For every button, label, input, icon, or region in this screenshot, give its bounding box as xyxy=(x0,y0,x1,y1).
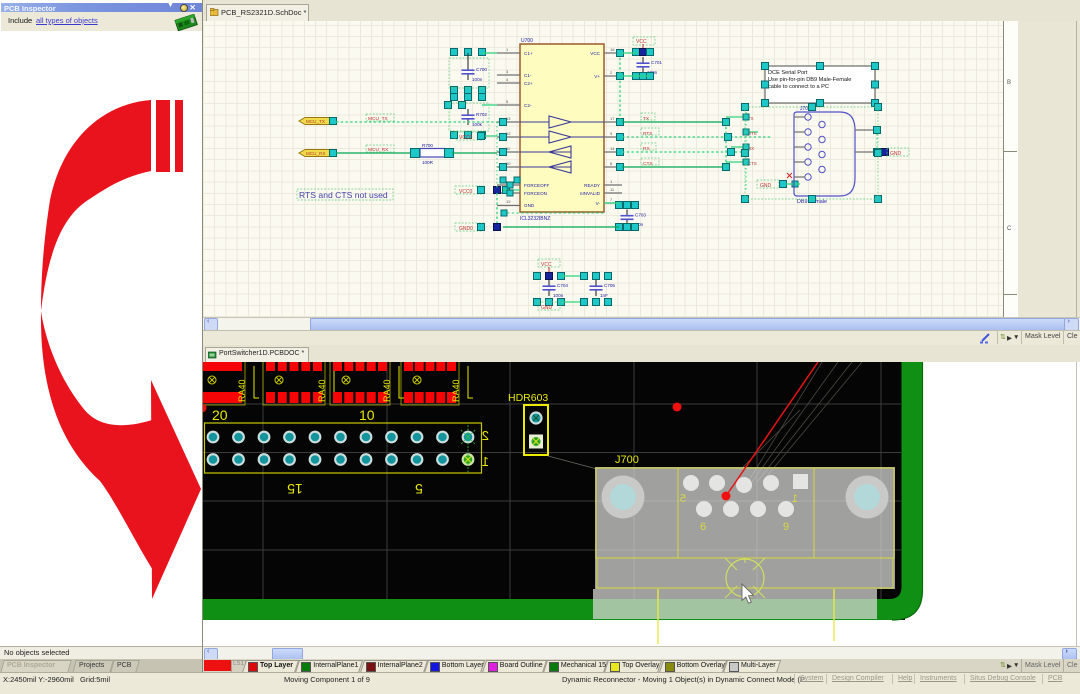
svg-text:9: 9 xyxy=(783,521,789,533)
svg-text:J700: J700 xyxy=(615,454,639,466)
svg-text:C2+: C2+ xyxy=(524,81,533,86)
svg-text:8: 8 xyxy=(610,161,613,166)
svg-text:1: 1 xyxy=(792,493,798,505)
svg-text:RA40: RA40 xyxy=(451,379,461,402)
svg-text:GND: GND xyxy=(890,151,902,157)
svg-text:RA40: RA40 xyxy=(317,379,327,402)
svg-text:CTS: CTS xyxy=(643,161,653,167)
svg-text:2: 2 xyxy=(482,428,489,443)
svg-text:READY: READY xyxy=(584,183,600,188)
svg-text:C703: C703 xyxy=(635,213,646,218)
svg-text:17: 17 xyxy=(610,116,615,121)
svg-text:5: 5 xyxy=(506,99,509,104)
svg-text:MCU_RX: MCU_RX xyxy=(306,151,325,156)
svg-text:DCE Serial Port: DCE Serial Port xyxy=(768,70,808,76)
svg-text:3: 3 xyxy=(506,69,509,74)
svg-text:C2-: C2- xyxy=(524,103,532,108)
svg-text:100n: 100n xyxy=(553,293,564,298)
svg-text:5: 5 xyxy=(680,493,686,505)
svg-text:1: 1 xyxy=(610,179,613,184)
svg-text:6: 6 xyxy=(700,521,706,533)
svg-text:GND: GND xyxy=(524,203,535,208)
svg-text:GND: GND xyxy=(541,305,553,311)
svg-text:Use pin-for-pin DB9 Male-Femal: Use pin-for-pin DB9 Male-Female xyxy=(768,77,851,83)
svg-text:13: 13 xyxy=(506,116,511,121)
svg-text:11: 11 xyxy=(506,146,511,151)
svg-text:MCU_TX: MCU_TX xyxy=(306,119,325,124)
svg-text:C1-: C1- xyxy=(524,73,532,78)
svg-text:100n: 100n xyxy=(472,77,483,82)
svg-text:RA40: RA40 xyxy=(382,379,392,402)
svg-text:V+: V+ xyxy=(594,74,600,79)
svg-text:100k: 100k xyxy=(472,122,483,127)
svg-text:2: 2 xyxy=(610,70,613,75)
svg-text:C1+: C1+ xyxy=(524,51,533,56)
svg-text:R700: R700 xyxy=(422,143,433,148)
svg-text:VCC: VCC xyxy=(541,262,552,268)
svg-text:5: 5 xyxy=(415,481,423,497)
svg-text:R702: R702 xyxy=(476,112,487,117)
svg-text:TX: TX xyxy=(643,116,650,122)
svg-text:1: 1 xyxy=(506,47,509,52)
svg-text:FORCEOFF: FORCEOFF xyxy=(524,183,549,188)
svg-text:9: 9 xyxy=(610,131,613,136)
svg-text:100R: 100R xyxy=(422,160,434,165)
svg-text:10: 10 xyxy=(359,407,375,423)
svg-text:cable to connect to a PC: cable to connect to a PC xyxy=(768,84,829,90)
svg-text:15: 15 xyxy=(287,481,303,497)
svg-text:15: 15 xyxy=(506,199,511,204)
svg-text:7: 7 xyxy=(610,197,613,202)
svg-text:11: 11 xyxy=(610,187,615,192)
svg-text:14: 14 xyxy=(610,146,615,151)
svg-text:nINVALID: nINVALID xyxy=(580,191,601,196)
svg-text:1: 1 xyxy=(482,454,489,469)
svg-text:C701: C701 xyxy=(651,60,662,65)
svg-text:4: 4 xyxy=(506,77,509,82)
svg-text:C705: C705 xyxy=(604,283,615,288)
svg-text:HDR603: HDR603 xyxy=(508,392,548,404)
svg-text:VCC: VCC xyxy=(636,39,647,45)
svg-text:FORCEON: FORCEON xyxy=(524,191,547,196)
svg-text:1nF: 1nF xyxy=(600,293,608,298)
svg-text:V-: V- xyxy=(596,201,601,206)
svg-text:RTS: RTS xyxy=(643,131,653,137)
svg-text:C700: C700 xyxy=(476,67,487,72)
svg-text:GND: GND xyxy=(760,183,772,189)
svg-text:12: 12 xyxy=(506,131,511,136)
svg-text:10: 10 xyxy=(506,161,511,166)
svg-text:ICL3232IBNZ: ICL3232IBNZ xyxy=(520,216,550,222)
svg-text:RX: RX xyxy=(643,146,650,152)
svg-text:RTS and CTS not used: RTS and CTS not used xyxy=(299,190,388,200)
svg-text:VCC: VCC xyxy=(590,51,600,56)
svg-text:U700: U700 xyxy=(521,38,533,44)
svg-text:C704: C704 xyxy=(557,283,568,288)
svg-text:16: 16 xyxy=(610,47,615,52)
